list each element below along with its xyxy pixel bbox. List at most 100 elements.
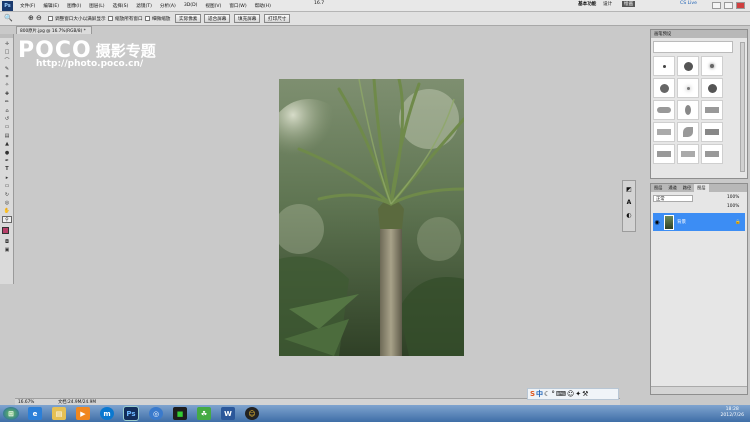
healing-tool-icon[interactable]: ✚ [2,90,12,97]
tools-icon[interactable]: ⚒ [582,390,588,398]
ie-icon[interactable]: e [28,407,42,420]
marquee-tool-icon[interactable]: □ [2,48,12,55]
layer-row-background[interactable]: ◉ 背景 🔒 [653,213,745,231]
path-select-tool-icon[interactable]: ▸ [2,174,12,181]
brush-preset[interactable] [701,144,723,164]
brush-preset[interactable] [653,122,675,142]
shape-tool-icon[interactable]: ▭ [2,183,12,190]
brush-preset[interactable] [701,56,723,76]
type-tool-icon[interactable]: T [2,166,12,173]
hand-tool-icon[interactable]: ✋ [2,208,12,215]
checkbox[interactable] [108,16,113,21]
minimize-button[interactable] [712,2,721,9]
zoom-out-icon[interactable]: ⊖ [36,14,42,22]
start-button-icon[interactable]: ⊞ [3,407,19,420]
brush-preset[interactable] [677,100,699,120]
zoom-in-icon[interactable]: ⊕ [28,14,34,22]
tab-paths[interactable]: 路径 [680,184,694,192]
menu-edit[interactable]: 编辑(E) [39,3,63,9]
adjustments-icon[interactable]: ◩ [624,184,634,194]
chinese-mode-icon[interactable]: 中 [536,389,543,399]
dodge-tool-icon[interactable]: ● [2,149,12,156]
menu-analysis[interactable]: 分析(A) [156,3,180,9]
workspace-essentials[interactable]: 基本功能 [578,1,596,7]
brush-preset[interactable] [653,78,675,98]
eraser-tool-icon[interactable]: ▭ [2,124,12,131]
document-tab[interactable]: 800原片.jpg @ 16.7%(RGB/8) * [16,26,92,34]
media-player-icon[interactable]: ▶ [76,407,90,420]
keyboard-icon[interactable]: ⌨ [556,390,566,398]
menu-view[interactable]: 视图(V) [201,3,225,9]
system-clock[interactable]: 18:28 2012/7/26 [720,407,744,419]
menu-help[interactable]: 帮助(H) [251,3,275,9]
tab-channels[interactable]: 通道 [665,184,679,192]
history-brush-tool-icon[interactable]: ↺ [2,116,12,123]
brush-preset[interactable] [677,56,699,76]
chat-icon[interactable]: ◎ [149,407,163,420]
fill-value[interactable]: 100% [727,204,739,209]
brush-preset[interactable] [701,78,723,98]
tab-layers-inactive[interactable]: 图层 [651,184,665,192]
clone-stamp-tool-icon[interactable]: ⌂ [2,107,12,114]
workspace-design[interactable]: 设计 [603,1,612,7]
zoom-all-windows-option[interactable]: 缩放所有窗口 [108,16,143,22]
status-zoom[interactable]: 16.67% [18,400,48,405]
fit-screen-button[interactable]: 适合屏幕 [204,14,231,23]
menu-filter[interactable]: 滤镜(T) [132,3,156,9]
word-icon[interactable]: W [221,407,235,420]
eyedropper-tool-icon[interactable]: ✧ [2,82,12,89]
explorer-icon[interactable]: ▤ [52,407,66,420]
brush-tool-icon[interactable]: ✏ [2,99,12,106]
brush-preset[interactable] [701,122,723,142]
shirt-icon[interactable]: ✦ [575,390,581,398]
menu-select[interactable]: 选择(S) [109,3,133,9]
maxthon-icon[interactable]: m [100,407,114,420]
brush-panel-scrollbar[interactable] [740,42,745,172]
fill-screen-button[interactable]: 填充屏幕 [234,14,261,23]
nvidia-icon[interactable]: ■ [173,407,187,420]
scrubby-zoom-option[interactable]: 细微缩放 [145,16,170,22]
brush-preset[interactable] [653,100,675,120]
tools-panel-grip[interactable] [0,34,13,38]
menu-window[interactable]: 窗口(W) [225,3,250,9]
user-icon[interactable]: ☺ [567,390,574,398]
blend-mode-select[interactable]: 正常 [653,195,693,202]
tab-layers[interactable]: 图层 [694,184,709,192]
workspace-painting[interactable]: 绘画 [622,1,636,7]
styles-icon[interactable]: ◐ [624,210,634,220]
menu-layer[interactable]: 图层(L) [85,3,108,9]
brush-preset[interactable] [653,56,675,76]
3d-orbit-tool-icon[interactable]: ◎ [2,199,12,206]
qq-icon[interactable]: ☺ [245,407,259,420]
photoshop-taskbar-icon[interactable]: Ps [123,406,139,421]
maximize-button[interactable] [724,2,733,9]
brush-preset[interactable] [653,144,675,164]
opacity-value[interactable]: 100% [727,195,739,200]
brush-preset[interactable] [677,122,699,142]
foreground-color-swatch[interactable] [2,226,9,234]
cs-live-button[interactable]: CS Live [680,1,697,6]
punctuation-icon[interactable]: ° [551,390,555,398]
resize-windows-option[interactable]: 调整窗口大小以满屏显示 [48,16,106,22]
brush-preset[interactable] [677,78,699,98]
gradient-tool-icon[interactable]: ▤ [2,132,12,139]
menu-3d[interactable]: 3D(D) [180,3,202,8]
menu-image[interactable]: 图像(I) [63,3,85,9]
zoom-level-menu[interactable]: 16.7 [314,1,324,6]
checkbox[interactable] [145,16,150,21]
crop-tool-icon[interactable]: ⌗ [2,74,12,81]
brush-preset[interactable] [701,100,723,120]
actual-pixels-button[interactable]: 实际像素 [175,14,202,23]
document-image[interactable] [279,79,464,356]
move-tool-icon[interactable]: ✛ [2,40,12,47]
blur-tool-icon[interactable]: ▲ [2,141,12,148]
zoom-tool-icon[interactable]: ⚲ [2,216,12,224]
print-size-button[interactable]: 打印尺寸 [264,14,291,23]
quick-select-tool-icon[interactable]: ✎ [2,65,12,72]
app-icon[interactable]: ☘ [197,407,211,420]
brush-size-slider[interactable] [653,41,733,53]
lasso-tool-icon[interactable]: ⌒ [2,57,12,64]
menu-file[interactable]: 文件(F) [16,3,39,9]
quick-mask-icon[interactable]: ◘ [2,239,12,246]
screen-mode-icon[interactable]: ▣ [2,247,12,254]
